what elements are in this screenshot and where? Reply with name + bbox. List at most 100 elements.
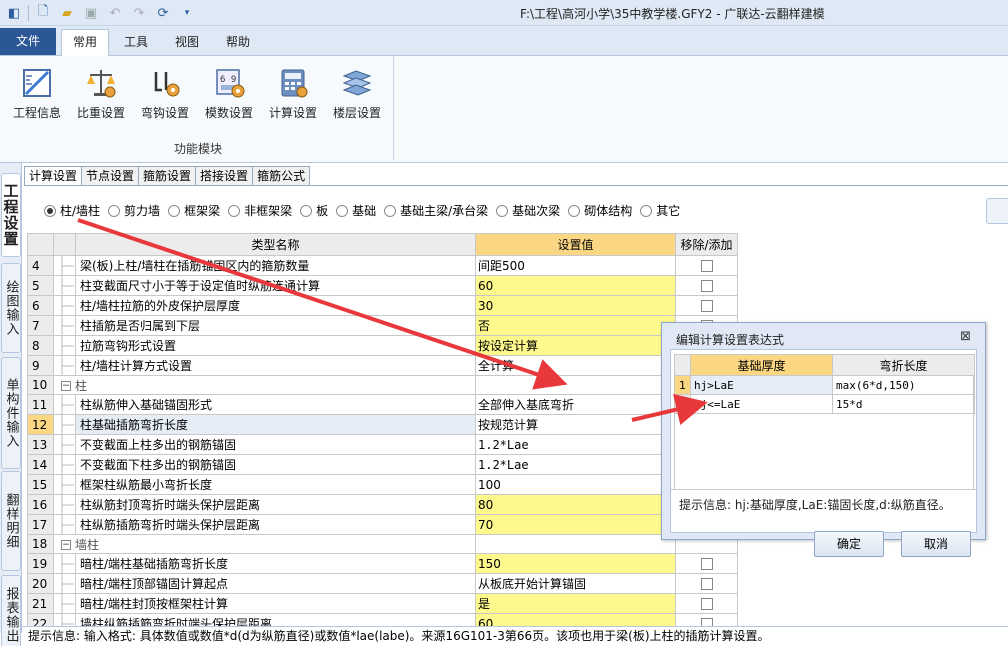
ok-button[interactable]: 确定 xyxy=(814,531,884,557)
table-row[interactable]: 4 梁(板)上柱/墙柱在插筋锚固区内的箍筋数量 间距500 xyxy=(27,255,738,276)
radio-option[interactable]: 基础 xyxy=(336,202,376,219)
radio-dot[interactable] xyxy=(108,204,121,217)
table-row[interactable]: 21 暗柱/端柱封顶按框架柱计算是 xyxy=(27,593,738,614)
setting-value-cell[interactable]: 30 xyxy=(475,295,676,316)
table-row[interactable]: 14 不变截面下柱多出的钢筋锚固 1.2*Lae xyxy=(27,454,738,475)
tab-help[interactable]: 帮助 xyxy=(216,30,260,56)
remove-add-checkbox[interactable] xyxy=(700,578,713,590)
table-row[interactable]: 13 不变截面上柱多出的钢筋锚固 1.2*Lae xyxy=(27,434,738,455)
table-row[interactable]: 15 框架柱纵筋最小弯折长度 100 xyxy=(27,474,738,495)
subtab-stirrup-settings[interactable]: 箍筋设置 xyxy=(139,166,197,186)
table-row[interactable]: 8 拉筋弯钩形式设置 按设定计算 xyxy=(27,335,738,356)
subtab-stirrup-formula[interactable]: 箍筋公式 xyxy=(253,166,311,186)
setting-value-cell[interactable]: 全部伸入基底弯折 xyxy=(475,394,676,415)
save-icon[interactable]: ▣ xyxy=(81,3,101,23)
setting-value-cell[interactable]: 按规范计算 xyxy=(475,414,676,435)
open-folder-icon[interactable]: ▰ xyxy=(57,3,77,23)
setting-value-cell[interactable]: 60 xyxy=(475,275,676,296)
expression-row[interactable]: 1 hj>LaE max(6*d,150) xyxy=(674,375,975,395)
table-row[interactable]: 18− 墙柱 xyxy=(27,534,738,554)
setting-value-cell[interactable]: 100 xyxy=(475,474,676,495)
setting-value-cell[interactable]: 按设定计算 xyxy=(475,335,676,356)
setting-value-cell[interactable]: 80 xyxy=(475,494,676,515)
tab-tools[interactable]: 工具 xyxy=(114,30,158,56)
radio-option[interactable]: 框架梁 xyxy=(168,202,220,219)
tab-single-component-input[interactable]: 单构件输入 xyxy=(1,357,21,469)
radio-dot[interactable] xyxy=(336,204,349,217)
table-row[interactable]: 16 柱纵筋封顶弯折时端头保护层距离 80 xyxy=(27,494,738,515)
radio-option[interactable]: 剪力墙 xyxy=(108,202,160,219)
remove-add-checkbox[interactable] xyxy=(700,598,713,610)
bend-length-cell[interactable]: 15*d xyxy=(832,394,975,414)
table-row[interactable]: 19 暗柱/端柱基础插筋弯折长度 150 xyxy=(27,553,738,574)
radio-dot[interactable] xyxy=(44,204,56,217)
radio-dot[interactable] xyxy=(496,204,509,217)
radio-option[interactable]: 非框架梁 xyxy=(228,202,292,219)
radio-dot[interactable] xyxy=(300,204,313,217)
remove-add-checkbox[interactable] xyxy=(700,558,713,570)
table-row[interactable]: 7 柱插筋是否归属到下层否 xyxy=(27,315,738,336)
floor-settings-button[interactable]: 楼层设置 xyxy=(326,64,388,126)
group-row[interactable]: − 柱 xyxy=(53,375,476,395)
radio-option[interactable]: 柱/墙柱 xyxy=(44,202,100,219)
setting-value-cell[interactable]: 间距500 xyxy=(475,255,676,276)
table-row[interactable]: 20 暗柱/端柱顶部锚固计算起点 从板底开始计算锚固 xyxy=(27,573,738,594)
tab-detail[interactable]: 翻样明细 xyxy=(1,471,21,571)
tab-view[interactable]: 视图 xyxy=(164,30,210,56)
refresh-icon[interactable]: ⟳ xyxy=(153,3,173,23)
app-menu-icon[interactable]: ◧ xyxy=(4,3,24,23)
hook-settings-button[interactable]: 弯钩设置 xyxy=(134,64,196,126)
table-row[interactable]: 5 柱变截面尺寸小于等于设定值时纵筋连通计算 60 xyxy=(27,275,738,296)
modulus-settings-button[interactable]: 6 9 模数设置 xyxy=(198,64,260,126)
setting-value-cell[interactable]: 1.2*Lae xyxy=(475,454,676,475)
new-file-icon[interactable]: 🗋 xyxy=(33,3,53,23)
radio-dot[interactable] xyxy=(228,204,241,217)
weight-settings-button[interactable]: 比重设置 xyxy=(70,64,132,126)
project-info-button[interactable]: 工程信息 xyxy=(6,64,68,126)
radio-option[interactable]: 基础次梁 xyxy=(496,202,560,219)
setting-value-cell[interactable]: 全计算 xyxy=(475,355,676,376)
radio-option[interactable]: 板 xyxy=(300,202,328,219)
setting-value-cell[interactable]: 70 xyxy=(475,514,676,535)
bend-length-cell[interactable]: max(6*d,150) xyxy=(832,375,975,395)
tab-report-output[interactable]: 报表输出 xyxy=(1,575,21,655)
redo-icon[interactable]: ↷ xyxy=(129,3,149,23)
remove-add-checkbox[interactable] xyxy=(700,300,713,312)
table-row[interactable]: 6 柱/墙柱拉筋的外皮保护层厚度 30 xyxy=(27,295,738,316)
radio-dot[interactable] xyxy=(568,204,581,217)
undo-icon[interactable]: ↶ xyxy=(105,3,125,23)
condition-cell[interactable]: hj<=LaE xyxy=(690,394,833,414)
close-icon[interactable]: ⊠ xyxy=(960,329,971,344)
condition-cell[interactable]: hj>LaE xyxy=(690,375,833,395)
collapse-icon[interactable]: − xyxy=(61,540,71,550)
radio-dot[interactable] xyxy=(384,204,397,217)
dropdown-icon[interactable]: ▾ xyxy=(177,3,197,23)
setting-value-cell[interactable]: 否 xyxy=(475,315,676,336)
table-row[interactable]: 11 柱纵筋伸入基础锚固形式 全部伸入基底弯折 xyxy=(27,394,738,415)
tab-home[interactable]: 常用 xyxy=(61,29,109,56)
radio-option[interactable]: 砌体结构 xyxy=(568,202,632,219)
radio-option[interactable]: 基础主梁/承台梁 xyxy=(384,202,488,219)
collapse-icon[interactable]: − xyxy=(61,381,71,391)
radio-option[interactable]: 其它 xyxy=(640,202,680,219)
table-row[interactable]: 17 柱纵筋插筋弯折时端头保护层距离 70 xyxy=(27,514,738,535)
setting-value-cell[interactable]: 150 xyxy=(475,553,676,574)
tab-drawing-input[interactable]: 绘图输入 xyxy=(1,263,21,353)
table-row[interactable]: 12 柱基础插筋弯折长度 按规范计算 xyxy=(27,414,738,435)
radio-dot[interactable] xyxy=(640,204,653,217)
setting-value-cell[interactable]: 是 xyxy=(475,593,676,614)
expression-row[interactable]: 2 hj<=LaE 15*d xyxy=(674,394,975,414)
subtab-calc-settings[interactable]: 计算设置 xyxy=(24,166,83,186)
subtab-node-settings[interactable]: 节点设置 xyxy=(82,166,140,186)
setting-value-cell[interactable]: 从板底开始计算锚固 xyxy=(475,573,676,594)
table-row[interactable]: 9 柱/墙柱计算方式设置 全计算 xyxy=(27,355,738,376)
setting-value-cell[interactable]: 1.2*Lae xyxy=(475,434,676,455)
radio-dot[interactable] xyxy=(168,204,181,217)
table-row[interactable]: 10− 柱 xyxy=(27,375,738,395)
tab-project-settings[interactable]: 工程设置 xyxy=(1,173,21,257)
cancel-button[interactable]: 取消 xyxy=(901,531,971,557)
tab-file[interactable]: 文件 xyxy=(0,28,56,55)
remove-add-checkbox[interactable] xyxy=(700,260,713,272)
side-button[interactable] xyxy=(986,198,1008,224)
group-row[interactable]: − 墙柱 xyxy=(53,534,476,554)
